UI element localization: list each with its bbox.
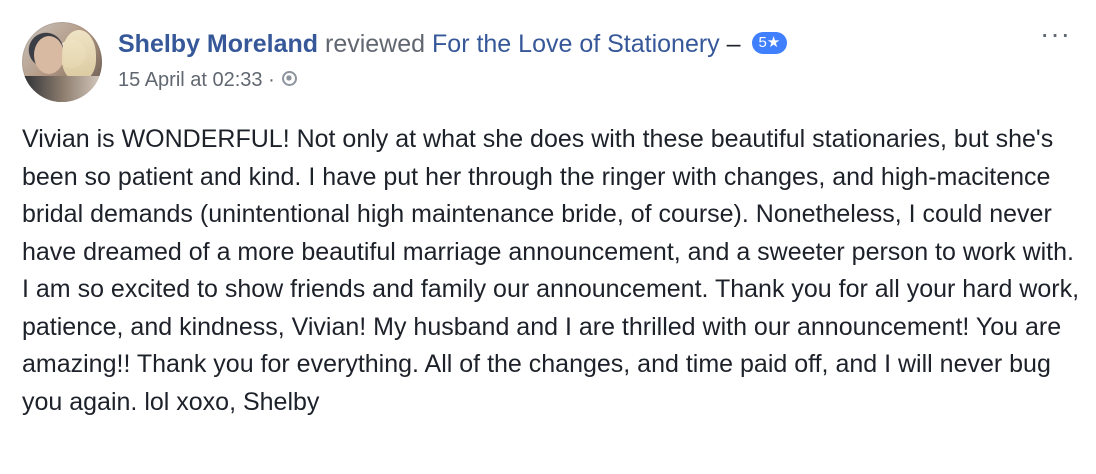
review-text: Vivian is WONDERFUL! Not only at what sh… [22, 125, 1080, 416]
globe-icon[interactable] [282, 71, 298, 87]
avatar-shoulders [22, 76, 102, 102]
page-name-link[interactable]: For the Love of Stationery [432, 30, 720, 58]
avatar[interactable] [22, 22, 102, 102]
post-meta: 15 April at 02:33 · [118, 66, 298, 94]
more-options-icon[interactable]: ··· [1040, 20, 1071, 48]
author-name-link[interactable]: Shelby Moreland [118, 30, 318, 58]
separator: – [726, 30, 741, 58]
avatar-person-right [62, 30, 96, 80]
action-verb: reviewed [325, 30, 426, 58]
avatar-person-left [34, 36, 64, 74]
timestamp-link[interactable]: 15 April at 02:33 [118, 69, 263, 91]
rating-badge: 5★ [751, 32, 788, 55]
meta-dot: · [268, 69, 275, 91]
post-header: Shelby Moreland reviewed For the Love of… [118, 28, 788, 60]
